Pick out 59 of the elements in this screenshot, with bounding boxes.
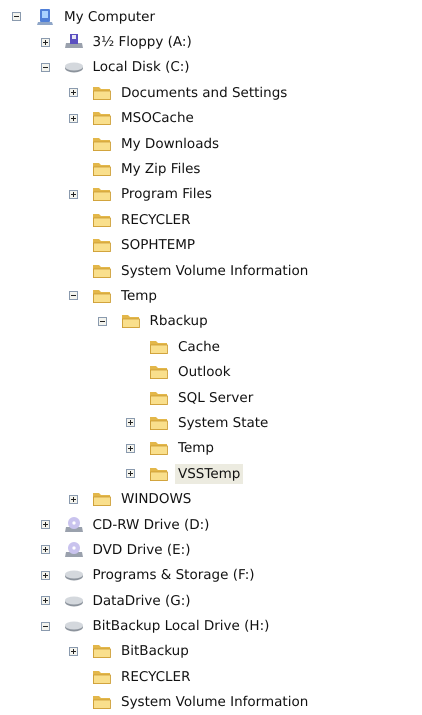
tree-item[interactable]: Temp: [175, 438, 217, 458]
tree-item[interactable]: System State: [175, 412, 272, 433]
expand-toggle[interactable]: [69, 646, 78, 656]
tree-item[interactable]: Documents and Settings: [118, 82, 290, 103]
expand-toggle[interactable]: [40, 596, 50, 606]
folder-icon: [92, 693, 112, 712]
tree-item[interactable]: RECYCLER: [118, 210, 194, 230]
tree-item[interactable]: DataDrive (G:): [90, 590, 194, 611]
folder-icon: [92, 642, 112, 660]
tree-item[interactable]: Local Disk (C:): [90, 57, 193, 78]
tree-item[interactable]: RECYCLER: [118, 666, 194, 687]
expand-toggle[interactable]: [40, 570, 50, 580]
computer-icon: [35, 8, 55, 26]
folder-icon: [92, 236, 112, 254]
tree-item[interactable]: BitBackup Local Drive (H:): [90, 616, 272, 636]
folder-icon: [92, 490, 112, 508]
expand-toggle[interactable]: [69, 88, 78, 98]
folder-icon: [92, 185, 112, 204]
collapse-toggle[interactable]: [40, 62, 50, 72]
cd-drive-icon: [64, 540, 84, 559]
folder-icon: [149, 363, 169, 382]
tree-item[interactable]: WINDOWS: [118, 489, 194, 510]
folder-icon: [92, 160, 112, 178]
tree-item[interactable]: 3½ Floppy (A:): [90, 32, 195, 52]
tree-item[interactable]: System Volume Information: [118, 260, 312, 281]
tree-item[interactable]: SOPHTEMP: [118, 235, 198, 256]
tree-item[interactable]: MSOCache: [118, 108, 197, 128]
tree-item[interactable]: Cache: [175, 336, 223, 357]
tree-item[interactable]: Rbackup: [146, 311, 211, 332]
tree-item[interactable]: DVD Drive (E:): [90, 540, 194, 560]
tree-item[interactable]: Programs & Storage (F:): [90, 565, 258, 586]
tree-item[interactable]: BitBackup: [118, 641, 192, 662]
folder-icon: [149, 439, 169, 458]
collapse-toggle[interactable]: [40, 622, 50, 631]
expand-toggle[interactable]: [126, 418, 135, 428]
tree-item[interactable]: Temp: [118, 286, 160, 306]
folder-icon: [92, 109, 112, 128]
tree-item[interactable]: Outlook: [175, 362, 234, 382]
tree-item[interactable]: System Volume Information: [118, 692, 312, 712]
collapse-toggle[interactable]: [12, 12, 21, 22]
expand-toggle[interactable]: [69, 190, 78, 199]
tree-item[interactable]: CD-RW Drive (D:): [90, 514, 212, 534]
tree-item[interactable]: SQL Server: [175, 388, 256, 408]
tree-item[interactable]: My Zip Files: [118, 159, 204, 180]
expand-toggle[interactable]: [126, 469, 135, 478]
tree-item[interactable]: Program Files: [118, 184, 215, 204]
tree-item[interactable]: VSSTemp: [175, 464, 244, 484]
tree-item[interactable]: My Computer: [61, 6, 158, 27]
tree-item[interactable]: My Downloads: [118, 134, 222, 154]
folder-icon: [120, 312, 140, 330]
expand-toggle[interactable]: [69, 494, 78, 504]
cd-drive-icon: [64, 516, 84, 534]
expand-toggle[interactable]: [40, 520, 50, 529]
collapse-toggle[interactable]: [98, 316, 106, 326]
expand-toggle[interactable]: [40, 545, 50, 554]
collapse-toggle[interactable]: [69, 291, 78, 300]
expand-toggle[interactable]: [69, 114, 78, 123]
expand-toggle[interactable]: [40, 38, 50, 47]
expand-toggle[interactable]: [126, 444, 135, 453]
